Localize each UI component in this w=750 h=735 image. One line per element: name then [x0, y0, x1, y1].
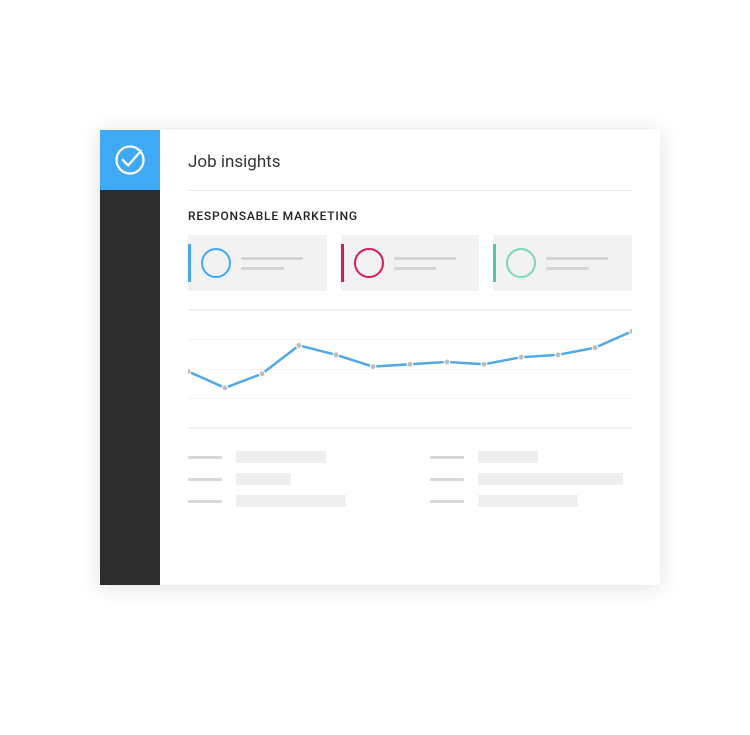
- detail-label-placeholder: [430, 500, 464, 503]
- detail-label-placeholder: [430, 478, 464, 481]
- detail-item: [430, 451, 632, 463]
- kpi-card-3[interactable]: [493, 235, 632, 291]
- detail-item: [430, 495, 632, 507]
- detail-item: [430, 473, 632, 485]
- checkmark-circle-icon: [112, 142, 148, 178]
- detail-value-placeholder: [478, 451, 538, 463]
- kpi-card-1[interactable]: [188, 235, 327, 291]
- details-col-right: [430, 451, 632, 507]
- kpi-circle-icon: [506, 248, 536, 278]
- detail-label-placeholder: [188, 478, 222, 481]
- detail-value-placeholder: [236, 451, 326, 463]
- detail-label-placeholder: [430, 456, 464, 459]
- main-content: Job insights RESPONSABLE MARKETING: [160, 130, 660, 585]
- kpi-card-2[interactable]: [341, 235, 480, 291]
- app-window: Job insights RESPONSABLE MARKETING: [100, 130, 660, 585]
- kpi-row: [188, 235, 632, 291]
- detail-label-placeholder: [188, 500, 222, 503]
- divider: [188, 190, 632, 191]
- detail-value-placeholder: [236, 495, 346, 507]
- detail-label-placeholder: [188, 456, 222, 459]
- details-row: [188, 451, 632, 507]
- detail-item: [188, 495, 390, 507]
- kpi-text-placeholder: [394, 257, 472, 270]
- kpi-circle-icon: [201, 248, 231, 278]
- kpi-accent: [341, 244, 344, 282]
- logo-tile[interactable]: [100, 130, 160, 190]
- detail-value-placeholder: [236, 473, 291, 485]
- detail-item: [188, 451, 390, 463]
- sidebar: [100, 130, 160, 585]
- page-title: Job insights: [188, 152, 632, 172]
- detail-value-placeholder: [478, 473, 623, 485]
- trend-chart: [188, 309, 632, 429]
- section-title: RESPONSABLE MARKETING: [188, 209, 632, 223]
- chart-svg: [188, 310, 632, 428]
- kpi-accent: [188, 244, 191, 282]
- kpi-circle-icon: [354, 248, 384, 278]
- detail-item: [188, 473, 390, 485]
- details-col-left: [188, 451, 390, 507]
- kpi-text-placeholder: [241, 257, 319, 270]
- detail-value-placeholder: [478, 495, 578, 507]
- kpi-text-placeholder: [546, 257, 624, 270]
- kpi-accent: [493, 244, 496, 282]
